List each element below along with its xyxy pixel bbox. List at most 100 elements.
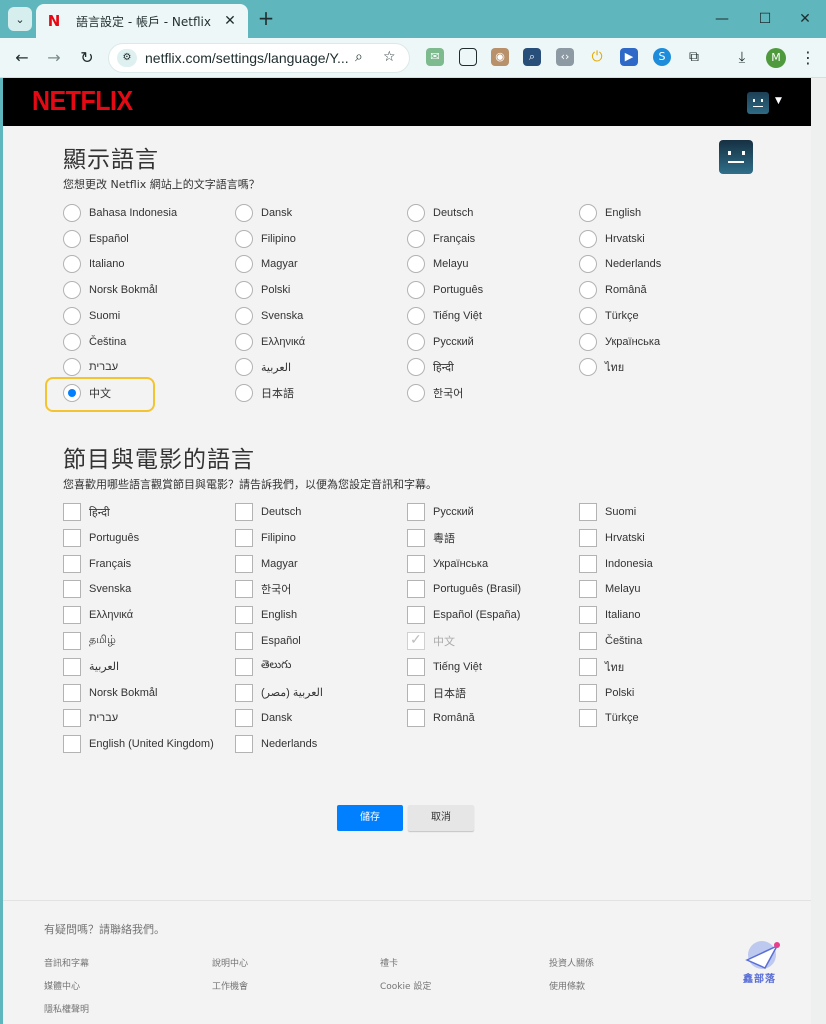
content-language-option[interactable]: English (United Kingdom) <box>63 734 214 754</box>
extension-icon[interactable]: ⌕ <box>523 48 541 66</box>
content-language-option[interactable]: Polski <box>579 683 634 703</box>
checkbox[interactable] <box>235 580 253 599</box>
display-language-option[interactable]: 한국어 <box>407 383 463 403</box>
content-language-option[interactable]: 中文 <box>407 631 455 651</box>
content-language-option[interactable]: Türkçe <box>579 708 639 728</box>
display-language-option[interactable]: Filipino <box>235 229 296 249</box>
content-language-option[interactable]: Español <box>235 631 301 651</box>
display-language-option[interactable]: Русский <box>407 332 474 352</box>
content-language-option[interactable]: Magyar <box>235 554 298 574</box>
display-language-option[interactable]: Nederlands <box>579 254 661 274</box>
content-language-option[interactable]: Svenska <box>63 579 131 599</box>
netflix-logo[interactable]: NETFLIX <box>32 86 133 118</box>
checkbox[interactable] <box>579 528 597 547</box>
checkbox[interactable] <box>235 632 253 650</box>
checkbox[interactable] <box>63 735 81 754</box>
radio-button[interactable] <box>579 229 597 248</box>
profile-avatar[interactable]: M <box>766 48 786 68</box>
display-language-option[interactable]: ไทย <box>579 357 624 377</box>
radio-button[interactable] <box>407 332 425 351</box>
new-tab-button[interactable]: + <box>256 6 276 30</box>
checkbox[interactable] <box>235 503 253 521</box>
checkbox[interactable] <box>63 528 81 547</box>
checkbox[interactable] <box>407 709 425 728</box>
radio-button[interactable] <box>579 332 597 351</box>
content-language-option[interactable]: (العربية (مصر <box>235 683 323 703</box>
checkbox[interactable] <box>63 632 81 650</box>
content-language-option[interactable]: తెలుగు <box>235 657 291 677</box>
radio-button[interactable] <box>407 306 425 325</box>
display-language-option[interactable]: Español <box>63 229 129 249</box>
content-language-option[interactable]: Português <box>63 528 139 548</box>
checkbox[interactable] <box>407 657 425 676</box>
radio-button[interactable] <box>63 255 81 274</box>
extension-icon[interactable]: ▶ <box>620 48 638 66</box>
radio-button[interactable] <box>407 383 425 402</box>
extension-icon[interactable]: ◉ <box>491 48 509 66</box>
cancel-button[interactable]: 取消 <box>408 805 474 831</box>
caret-down-icon[interactable]: ▼ <box>775 96 782 106</box>
checkbox[interactable] <box>407 580 425 599</box>
back-button[interactable]: ← <box>10 46 34 70</box>
radio-button[interactable] <box>63 306 81 325</box>
checkbox[interactable] <box>235 683 253 702</box>
footer-link[interactable]: 禮卡 <box>380 956 398 969</box>
content-language-option[interactable]: 한국어 <box>235 579 291 599</box>
display-language-option[interactable]: Suomi <box>63 306 120 326</box>
footer-link[interactable]: 工作機會 <box>212 979 248 992</box>
radio-button[interactable] <box>235 306 253 325</box>
extension-icon[interactable]: S <box>653 48 671 66</box>
browser-tab[interactable]: N 語言設定 - 帳戶 - Netflix ✕ <box>36 4 248 38</box>
checkbox[interactable] <box>407 606 425 625</box>
display-language-option[interactable]: Français <box>407 229 475 249</box>
window-close-button[interactable]: ✕ <box>790 8 820 30</box>
display-language-option[interactable]: עברית <box>63 357 118 377</box>
save-button[interactable]: 儲存 <box>337 805 403 831</box>
content-language-option[interactable]: Español (España) <box>407 605 520 625</box>
radio-button[interactable] <box>407 204 425 222</box>
footer-link[interactable]: 媒體中心 <box>44 979 80 992</box>
extension-icon[interactable]: ‹› <box>556 48 574 66</box>
checkbox[interactable] <box>63 683 81 702</box>
footer-link[interactable]: Cookie 設定 <box>380 979 431 992</box>
content-language-option[interactable]: 日本語 <box>407 683 466 703</box>
content-language-option[interactable]: Ελληνικά <box>63 605 133 625</box>
display-language-option[interactable]: Norsk Bokmål <box>63 280 157 300</box>
content-language-option[interactable]: Suomi <box>579 502 636 522</box>
close-icon[interactable]: ✕ <box>222 13 238 29</box>
display-language-option[interactable]: Deutsch <box>407 203 473 223</box>
page-scrollbar[interactable] <box>811 78 826 1024</box>
menu-kebab-icon[interactable]: ⋮ <box>800 46 816 70</box>
radio-button[interactable] <box>63 332 81 351</box>
radio-button[interactable] <box>63 204 81 222</box>
checkbox[interactable] <box>579 632 597 650</box>
radio-button[interactable] <box>235 281 253 300</box>
content-language-option[interactable]: தமிழ் <box>63 631 116 651</box>
puzzle-extensions-icon[interactable]: ⧉ <box>685 48 703 66</box>
display-language-option[interactable]: Svenska <box>235 306 303 326</box>
content-language-option[interactable]: Hrvatski <box>579 528 645 548</box>
content-language-option[interactable]: Filipino <box>235 528 296 548</box>
profile-avatar-small[interactable] <box>747 92 769 114</box>
checkbox[interactable] <box>579 709 597 728</box>
content-language-option[interactable]: Română <box>407 708 475 728</box>
display-language-option[interactable]: Tiếng Việt <box>407 306 482 326</box>
checkbox[interactable] <box>235 709 253 728</box>
display-language-option[interactable]: Čeština <box>63 332 126 352</box>
display-language-option[interactable]: Hrvatski <box>579 229 645 249</box>
radio-button[interactable] <box>579 306 597 325</box>
checkbox[interactable] <box>63 606 81 625</box>
checkbox[interactable] <box>407 631 425 650</box>
content-language-option[interactable]: Українська <box>407 554 488 574</box>
display-language-option[interactable]: Melayu <box>407 254 468 274</box>
display-language-option[interactable]: Italiano <box>63 254 124 274</box>
display-language-option[interactable]: Português <box>407 280 483 300</box>
footer-link[interactable]: 使用條款 <box>549 979 585 992</box>
radio-button[interactable] <box>407 281 425 300</box>
extension-icon[interactable]: ✉ <box>426 48 444 66</box>
power-extension-icon[interactable]: ⏻ <box>588 48 606 66</box>
checkbox[interactable] <box>63 503 81 521</box>
display-language-option[interactable]: Bahasa Indonesia <box>63 203 177 223</box>
checkbox[interactable] <box>235 606 253 625</box>
content-language-option[interactable]: Italiano <box>579 605 640 625</box>
